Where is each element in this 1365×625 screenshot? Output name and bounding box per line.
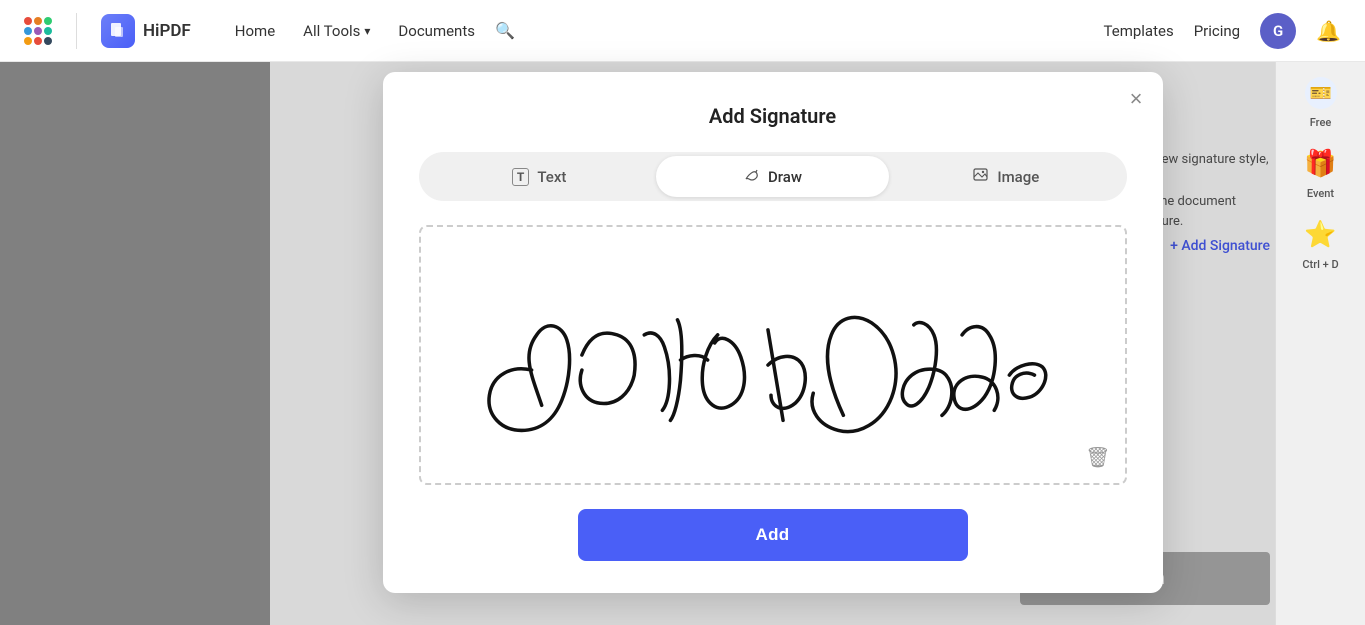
dot5 [34, 27, 42, 35]
tab-draw[interactable]: Draw [656, 156, 889, 197]
modal-close-button[interactable]: × [1130, 88, 1143, 110]
add-signature-modal: × Add Signature T Text Draw [383, 72, 1163, 593]
nav-documents[interactable]: Documents [386, 14, 487, 48]
trash-icon[interactable]: 🗑 [1085, 445, 1110, 469]
user-avatar[interactable]: G [1260, 13, 1296, 49]
ws-dots-icon [24, 17, 52, 45]
dot9 [44, 37, 52, 45]
pricing-link[interactable]: Pricing [1194, 22, 1240, 40]
tab-text[interactable]: T Text [423, 156, 656, 197]
sidebar-item-ctrl-d[interactable]: ⭐ Ctrl + D [1302, 216, 1340, 271]
search-icon[interactable]: 🔍 [495, 21, 515, 40]
text-tab-label: Text [537, 168, 566, 186]
free-label: Free [1310, 116, 1332, 129]
signature-drawing [421, 227, 1125, 483]
draw-tab-label: Draw [768, 168, 802, 186]
chevron-down-icon: ▾ [364, 24, 370, 38]
modal-title: Add Signature [419, 104, 1127, 128]
header: HiPDF Home All Tools ▾ Documents 🔍 Templ… [0, 0, 1365, 62]
text-tab-icon: T [512, 168, 529, 186]
dot1 [24, 17, 32, 25]
svg-text:🎫: 🎫 [1309, 83, 1331, 104]
logo-area: HiPDF [24, 13, 191, 49]
tab-image[interactable]: Image [889, 156, 1122, 197]
hipdf-brand[interactable]: HiPDF [101, 14, 191, 48]
sidebar-item-event[interactable]: 🎁 Event [1302, 145, 1340, 200]
event-icon: 🎁 [1302, 145, 1340, 183]
star-icon: ⭐ [1302, 216, 1340, 254]
modal-overlay: × Add Signature T Text Draw [270, 62, 1275, 625]
main-nav: Home All Tools ▾ Documents 🔍 [223, 14, 515, 48]
add-button[interactable]: Add [578, 509, 968, 561]
dot2 [34, 17, 42, 25]
free-icon: 🎫 [1302, 74, 1340, 112]
image-tab-icon [972, 166, 989, 187]
hipdf-label: HiPDF [143, 21, 191, 41]
dot8 [34, 37, 42, 45]
signature-canvas[interactable]: 🗑 [419, 225, 1127, 485]
event-label: Event [1307, 187, 1334, 200]
nav-all-tools[interactable]: All Tools ▾ [291, 14, 382, 48]
ctrl-d-label: Ctrl + D [1302, 258, 1338, 271]
hipdf-icon [101, 14, 135, 48]
wondershare-logo[interactable] [24, 17, 52, 45]
bell-icon[interactable]: 🔔 [1316, 19, 1341, 43]
right-sidebar: 🎫 Free 🎁 Event ⭐ Ctrl + D [1275, 62, 1365, 625]
draw-tab-icon [743, 166, 760, 187]
signature-tab-bar: T Text Draw [419, 152, 1127, 201]
nav-home[interactable]: Home [223, 14, 287, 48]
image-tab-label: Image [997, 168, 1039, 186]
sidebar-item-free[interactable]: 🎫 Free [1302, 74, 1340, 129]
header-divider [76, 13, 77, 49]
dot7 [24, 37, 32, 45]
templates-link[interactable]: Templates [1104, 22, 1174, 40]
dot4 [24, 27, 32, 35]
header-right: Templates Pricing G 🔔 [1104, 13, 1341, 49]
dot3 [44, 17, 52, 25]
dot6 [44, 27, 52, 35]
